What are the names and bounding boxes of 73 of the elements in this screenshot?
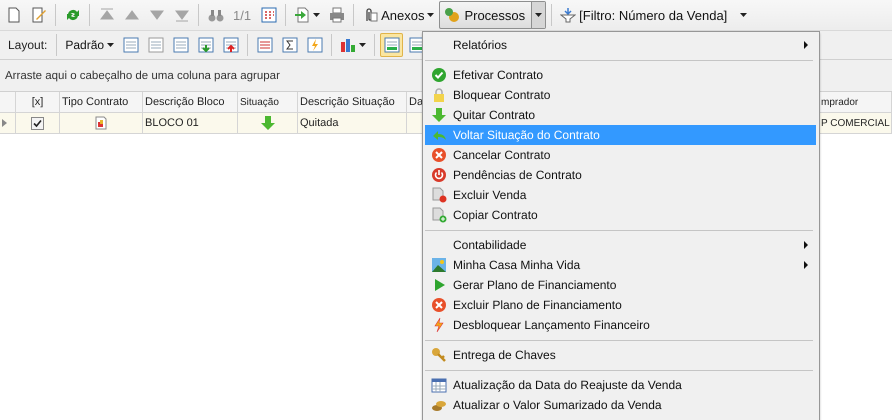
document-icon <box>6 7 22 23</box>
filter-button[interactable]: [Filtro: Número da Venda] <box>557 3 730 27</box>
attachments-button[interactable]: Anexos <box>359 3 438 27</box>
lightning-icon <box>306 37 323 53</box>
delete-document-icon <box>431 187 447 203</box>
menu-item[interactable]: Entrega de Chaves <box>425 345 816 365</box>
caret-icon <box>313 13 320 17</box>
layout-label: Layout: <box>7 38 48 52</box>
group-panel-hint: Arraste aqui o cabeçalho de uma coluna para agrupar <box>5 70 280 82</box>
menu-item[interactable]: Copiar Contrato <box>425 205 816 225</box>
refresh-icon <box>64 7 80 23</box>
filter-icon <box>560 7 576 23</box>
table-cell: Quitada <box>300 117 339 129</box>
table-icon <box>408 37 425 53</box>
copy-document-icon <box>431 207 447 223</box>
column-header[interactable]: mprador <box>821 96 858 108</box>
menu-item[interactable]: Gerar Plano de Financiamento <box>425 275 816 295</box>
table-icon <box>172 37 189 53</box>
list-icon <box>256 37 273 53</box>
table-cell: P COMERCIAL <box>821 118 890 128</box>
menu-item[interactable]: Quitar Contrato <box>425 105 816 125</box>
export-icon <box>294 7 310 23</box>
column-header[interactable]: Descrição Situação <box>300 96 395 108</box>
binoculars-icon <box>208 7 224 23</box>
power-icon <box>431 167 447 183</box>
column-header[interactable]: Descrição Bloco <box>145 96 224 108</box>
menu-item[interactable]: Desbloquear Lançamento Financeiro <box>425 315 816 335</box>
bar-chart-icon <box>340 37 356 53</box>
lock-icon <box>431 87 447 103</box>
column-header[interactable]: Situação <box>240 96 279 108</box>
sum-icon <box>282 37 298 53</box>
caret-icon <box>427 13 434 17</box>
menu-item[interactable]: Excluir Plano de Financiamento <box>425 295 816 315</box>
edit-icon <box>30 7 46 23</box>
import-icon <box>198 37 214 53</box>
down-arrow-icon <box>260 115 276 131</box>
layout-dropdown[interactable]: Padrão <box>62 33 118 57</box>
printer-icon <box>328 7 345 23</box>
row-indicator-icon <box>2 119 7 127</box>
menu-item[interactable]: Efetivar Contrato <box>425 65 816 85</box>
menu-item[interactable]: Minha Casa Minha Vida <box>425 255 816 275</box>
caret-icon <box>107 43 114 47</box>
cancel-icon <box>431 297 447 313</box>
table-icon <box>384 37 400 53</box>
processes-main-button[interactable]: Processos <box>440 2 532 28</box>
caret-icon <box>740 13 748 17</box>
menu-item[interactable]: Atualizar o Valor Sumarizado da Venda <box>425 395 816 415</box>
menu-item[interactable]: Cancelar Contrato <box>425 145 816 165</box>
view-toggle-button[interactable] <box>380 33 404 57</box>
menu-item[interactable]: Excluir Venda <box>425 185 816 205</box>
calendar-icon <box>431 377 447 393</box>
key-icon <box>431 347 447 363</box>
menu-item[interactable]: Relatórios <box>425 35 816 55</box>
layout-icon <box>148 37 164 53</box>
column-header[interactable]: [x] <box>32 96 44 108</box>
caret-icon <box>359 43 366 47</box>
processes-dropdown-button[interactable] <box>531 2 546 28</box>
down-arrow-icon <box>431 107 447 123</box>
caret-icon <box>535 13 542 17</box>
processes-button[interactable]: Processos <box>439 1 546 29</box>
menu-item[interactable]: Pendências de Contrato <box>425 165 816 185</box>
upload-icon <box>222 37 239 53</box>
record-counter: 1/1 <box>232 8 252 22</box>
table-cell: BLOCO 01 <box>145 117 199 129</box>
menu-item[interactable]: Contabilidade <box>425 235 816 255</box>
contract-type-icon <box>95 116 107 130</box>
menu-item[interactable]: Atualização da Data do Reajuste da Venda <box>425 375 816 395</box>
menu-item[interactable]: Bloquear Contrato <box>425 85 816 105</box>
column-header[interactable]: Tipo Contrato <box>62 96 128 108</box>
grid-icon <box>260 7 277 23</box>
check-circle-icon <box>431 67 447 83</box>
save-layout-icon <box>122 37 139 53</box>
cancel-icon <box>431 147 447 163</box>
